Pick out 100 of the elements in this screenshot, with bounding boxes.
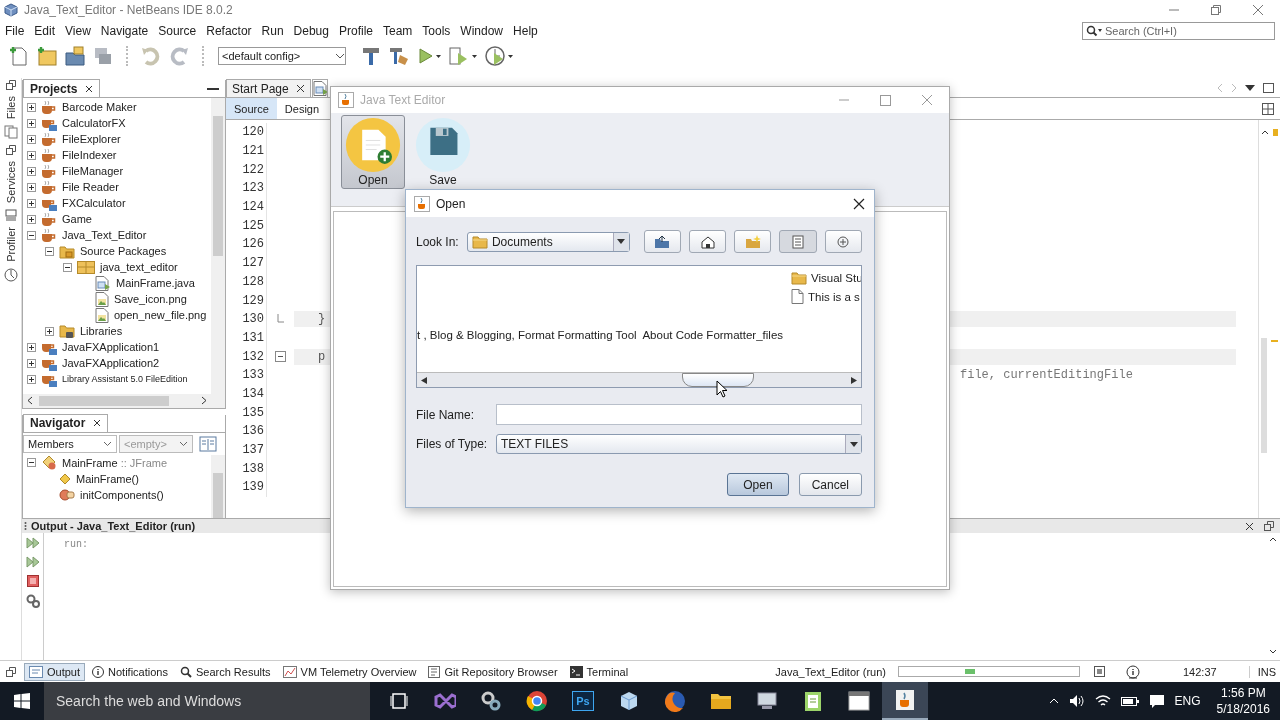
tree-item[interactable]: FileIndexer <box>62 149 117 161</box>
scroll-thumb[interactable] <box>682 373 754 387</box>
maximize-icon[interactable] <box>1263 82 1274 93</box>
restore-icon[interactable] <box>1210 4 1222 16</box>
close-icon[interactable] <box>853 197 865 210</box>
tree-item[interactable]: java_text_editor <box>100 261 178 273</box>
collapse-icon[interactable] <box>63 262 72 272</box>
windows-start-icon[interactable] <box>14 693 30 709</box>
tree-item[interactable]: MainFrame() <box>76 472 139 485</box>
menu-item[interactable]: View <box>60 22 96 40</box>
expand-icon[interactable] <box>27 214 36 224</box>
collapse-icon[interactable] <box>27 458 36 468</box>
collapse-icon[interactable] <box>27 230 36 240</box>
expand-icon[interactable] <box>27 134 36 144</box>
tree-item[interactable]: CalculatorFX <box>62 117 126 129</box>
tree-item[interactable]: Java_Text_Editor <box>62 229 147 241</box>
home-button[interactable] <box>688 230 727 253</box>
toolbar-button[interactable]: Save <box>411 115 475 189</box>
side-tab[interactable]: Services <box>4 161 17 204</box>
expand-icon[interactable] <box>27 182 36 192</box>
speaker-icon[interactable] <box>1068 694 1085 708</box>
horizontal-scrollbar[interactable] <box>23 393 225 408</box>
editor-tab[interactable]: Start Page <box>226 79 311 97</box>
vertical-scrollbar[interactable] <box>211 454 225 518</box>
panel-tab[interactable]: Navigator <box>23 413 109 432</box>
rerun-icon[interactable] <box>25 537 40 549</box>
menu-item[interactable]: Debug <box>288 22 334 40</box>
restore-icon[interactable] <box>5 80 16 90</box>
tree-item[interactable]: JavaFXApplication2 <box>62 357 160 369</box>
menu-item[interactable]: File <box>0 22 30 40</box>
bottom-tab[interactable]: Notifications <box>87 662 173 681</box>
list-view-button[interactable] <box>779 230 817 253</box>
expand-icon[interactable] <box>27 358 36 368</box>
file-name-field[interactable] <box>496 404 862 425</box>
wifi-icon[interactable] <box>1094 694 1111 708</box>
bottom-tab[interactable]: Git Repository Browser <box>423 662 563 681</box>
taskbar-button[interactable]: Ps <box>560 682 606 720</box>
expand-icon[interactable] <box>27 374 36 384</box>
bottom-tab[interactable]: VM Telemetry Overview <box>277 662 422 681</box>
config-dropdown[interactable]: <default config> <box>218 47 346 65</box>
tree-item[interactable]: initComponents() <box>80 488 164 501</box>
gears-icon[interactable] <box>25 594 40 608</box>
tree-item[interactable]: FileManager <box>62 165 124 177</box>
expand-icon[interactable] <box>27 166 36 176</box>
view-tab[interactable]: Design <box>276 98 328 119</box>
close-icon[interactable] <box>295 84 305 93</box>
dropdown-icon[interactable] <box>1245 84 1255 91</box>
stop-icon[interactable] <box>26 575 39 587</box>
tree-item[interactable]: MainFrame.java <box>116 277 195 289</box>
collapse-icon[interactable] <box>45 246 54 256</box>
look-in-dropdown[interactable]: Documents <box>466 231 630 252</box>
close-project-icon[interactable] <box>92 45 114 67</box>
expand-icon[interactable] <box>27 118 36 128</box>
menu-item[interactable]: Run <box>256 22 289 40</box>
dialog-button[interactable]: Open <box>727 473 789 496</box>
expand-icon[interactable] <box>27 198 36 208</box>
menu-item[interactable]: Tools <box>417 22 456 40</box>
filter-dropdown[interactable]: Members <box>23 434 117 453</box>
clock[interactable]: 1:56 PM 5/18/2016 <box>1216 685 1270 717</box>
info-icon[interactable] <box>1125 663 1141 680</box>
restore-icon[interactable] <box>1264 521 1274 531</box>
hammer-icon[interactable] <box>360 45 382 67</box>
editor-tab[interactable] <box>311 79 328 97</box>
folder-entry[interactable]: Visual Stu <box>791 268 861 287</box>
dialog-button[interactable]: Cancel <box>798 473 862 496</box>
close-icon[interactable] <box>1245 521 1254 531</box>
vertical-scrollbar[interactable] <box>211 98 225 394</box>
bottom-tab[interactable]: Terminal <box>564 662 634 681</box>
tree-item[interactable]: File Reader <box>62 181 119 193</box>
tree-item[interactable]: Source Packages <box>80 245 167 257</box>
bottom-tab[interactable]: Search Results <box>174 662 276 681</box>
fold-icon[interactable] <box>275 351 286 363</box>
tree-item[interactable]: Game <box>62 213 92 225</box>
expand-icon[interactable] <box>45 326 54 336</box>
tree-item[interactable]: Libraries <box>80 325 123 337</box>
hammer-broom-icon[interactable] <box>388 45 410 67</box>
close-icon[interactable] <box>93 419 102 428</box>
search-field[interactable]: Search the web and Windows <box>44 682 370 720</box>
rerun-icon[interactable] <box>25 556 40 568</box>
tree-item[interactable]: Barcode Maker <box>62 101 137 113</box>
list-entry[interactable]: t , Blog & Blogging, Format Formatting Tool About Code Formatter_files <box>417 325 791 344</box>
search-field[interactable]: Search (Ctrl+I) <box>1082 22 1275 40</box>
tree-item[interactable]: JavaFXApplication1 <box>62 341 160 353</box>
split-icon[interactable] <box>1262 102 1274 115</box>
menu-item[interactable]: Team <box>378 22 418 40</box>
battery-icon[interactable] <box>1120 695 1139 707</box>
tree-item[interactable]: open_new_file.png <box>114 309 207 321</box>
bottom-tab[interactable]: Output <box>24 662 86 681</box>
restore-icon[interactable] <box>6 666 16 677</box>
chevron-up-icon[interactable] <box>1269 537 1277 542</box>
menu-item[interactable]: Window <box>455 22 509 40</box>
open-project-icon[interactable] <box>64 45 86 67</box>
up-folder-button[interactable] <box>643 230 681 253</box>
new-project-icon[interactable] <box>36 45 58 67</box>
close-icon[interactable] <box>85 84 94 93</box>
side-tab[interactable]: Files <box>4 96 17 120</box>
profile-icon[interactable] <box>484 45 514 67</box>
menu-item[interactable]: Navigate <box>95 22 154 40</box>
toolbar-button[interactable]: Open <box>341 115 405 189</box>
horizontal-scrollbar[interactable] <box>417 372 861 387</box>
